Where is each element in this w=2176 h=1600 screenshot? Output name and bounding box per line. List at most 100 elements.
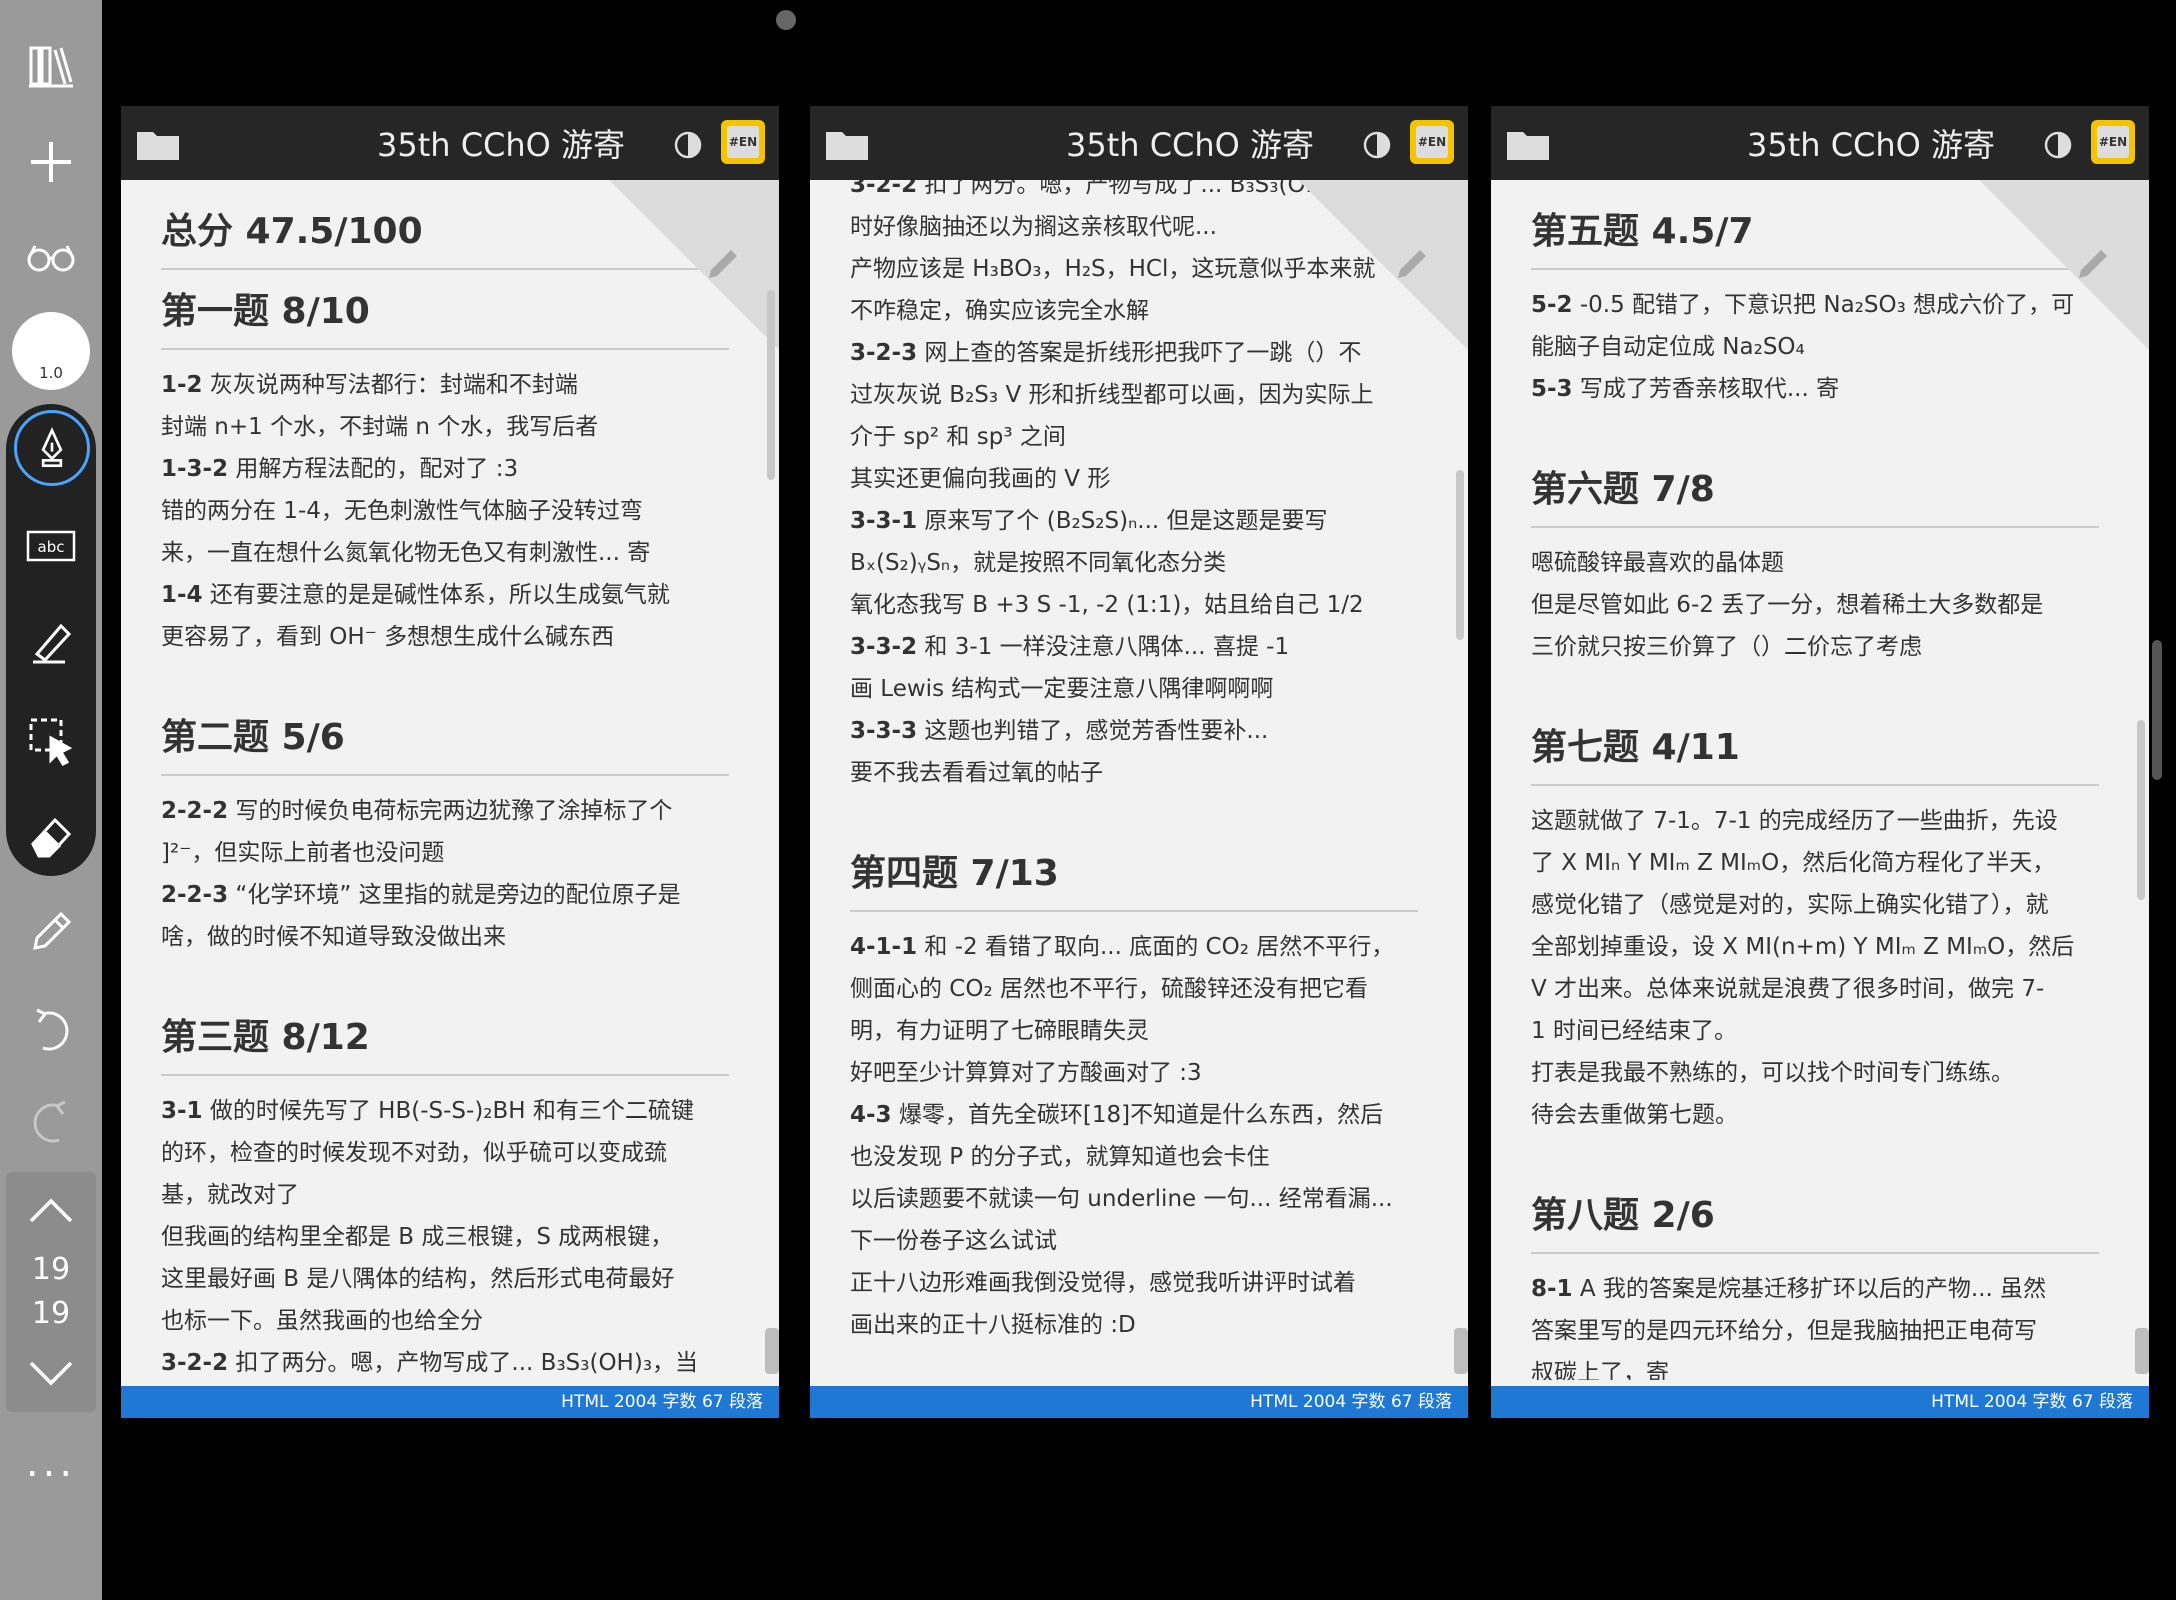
undo-icon — [36, 1008, 69, 1051]
translate-icon[interactable]: #EN — [721, 120, 765, 164]
folder-icon[interactable] — [137, 128, 179, 160]
line-text: 三价就只按三价算了（）二价忘了考虑 — [1531, 634, 1922, 660]
folder-icon[interactable] — [1507, 128, 1549, 160]
edit-pencil-icon[interactable] — [1392, 244, 1432, 284]
next-page-button[interactable] — [6, 1338, 96, 1408]
edit-pencil-icon[interactable] — [703, 244, 743, 284]
line-text: 正十八边形难画我倒没觉得，感觉我听讲评时试着 — [850, 1270, 1356, 1296]
panel-title: 35th CChO 游寄 — [1746, 126, 1996, 164]
text-box-icon: abc — [26, 530, 76, 562]
line-text: 时好像脑抽还以为搁这亲核取代呢... — [850, 214, 1217, 240]
line-text: 基，就改对了 — [161, 1182, 299, 1208]
add-button[interactable] — [6, 122, 96, 202]
scrollbar[interactable] — [1456, 470, 1464, 640]
note-line: 4-1-1 和 -2 看错了取向... 底面的 CO₂ 居然不平行， — [850, 926, 1418, 968]
window-edge-handle[interactable] — [2152, 640, 2162, 780]
section-heading: 第二题 5/6 — [161, 714, 729, 776]
line-text: 原来写了个 (B₂S₂S)ₙ... 但是这题是要写 — [917, 508, 1328, 534]
redo-icon — [33, 1100, 66, 1143]
chevron-up-icon — [29, 1198, 73, 1223]
note-line: 但我画的结构里全都是 B 成三根键，S 成两根键， — [161, 1216, 729, 1258]
line-text: 灰灰说两种写法都行：封端和不封端 — [202, 372, 578, 398]
line-text: 介于 sp² 和 sp³ 之间 — [850, 424, 1066, 450]
note-panel[interactable]: 35th CChO 游寄 #EN 3-2-2 扣了两分。嗯，产物写成了... B₃S… — [810, 106, 1468, 1418]
resize-handle[interactable] — [2135, 1328, 2149, 1374]
note-line: 正十八边形难画我倒没觉得，感觉我听讲评时试着 — [850, 1262, 1418, 1304]
note-line: 以后读题要不就读一句 underline 一句... 经常看漏... — [850, 1178, 1418, 1220]
note-line: 打表是我最不熟练的，可以找个时间专门练练。 — [1531, 1052, 2099, 1094]
note-panel[interactable]: 35th CChO 游寄 #EN 第五题 4.5/7 5-2 -0.5 配错了，下意识… — [1491, 106, 2149, 1418]
current-page: 19 — [31, 1252, 71, 1287]
line-text: 和 -2 看错了取向... 底面的 CO₂ 居然不平行， — [917, 934, 1395, 960]
note-line: 这题就做了 7-1。7-1 的完成经历了一些曲折，先设 — [1531, 800, 2099, 842]
note-body[interactable]: 第五题 4.5/7 5-2 -0.5 配错了，下意识把 Na₂SO₃ 想成六价了，… — [1491, 180, 2149, 1380]
translate-icon[interactable]: #EN — [1410, 120, 1454, 164]
previous-page-button[interactable] — [6, 1176, 96, 1246]
folder-icon[interactable] — [826, 128, 868, 160]
page-corner-fold — [1298, 180, 1468, 350]
line-text: 的环，检查的时候发现不对劲，似乎硫可以变成巯 — [161, 1140, 667, 1166]
resize-handle[interactable] — [1454, 1328, 1468, 1374]
line-text: 封端 n+1 个水，不封端 n 个水，我写后者 — [161, 414, 599, 440]
note-content: 3-2-2 扣了两分。嗯，产物写成了... B₃S₃(OH)₃，当 时好像脑抽还以… — [850, 180, 1418, 1380]
line-text: 也没发现 P 的分子式，就算知道也会卡住 — [850, 1144, 1270, 1170]
note-body[interactable]: 3-2-2 扣了两分。嗯，产物写成了... B₃S₃(OH)₃，当 时好像脑抽还以… — [810, 180, 1468, 1380]
line-text: 其实还更偏向我画的 V 形 — [850, 466, 1111, 492]
scrollbar[interactable] — [2137, 720, 2145, 900]
question-number: 5-2 — [1531, 292, 1573, 318]
plus-icon — [31, 142, 71, 182]
resize-handle[interactable] — [765, 1328, 779, 1374]
contrast-icon[interactable] — [2043, 130, 2073, 160]
translate-icon[interactable]: #EN — [2091, 120, 2135, 164]
panel-header: 35th CChO 游寄 #EN — [121, 106, 779, 180]
note-line: 明，有力证明了七碲眼睛失灵 — [850, 1010, 1418, 1052]
contrast-icon[interactable] — [673, 130, 703, 160]
line-text: 写成了芳香亲核取代... 寄 — [1572, 376, 1840, 402]
undo-button[interactable] — [6, 990, 96, 1070]
line-text: 也标一下。虽然我画的也给全分 — [161, 1308, 483, 1334]
line-text: 爆零，首先全碳环[18]不知道是什么东西，然后 — [891, 1102, 1384, 1128]
contrast-icon[interactable] — [1362, 130, 1392, 160]
line-text: 叔碳上了，寄 — [1531, 1360, 1669, 1380]
pen-size-indicator[interactable]: 1.0 — [12, 312, 90, 390]
question-number: 1-4 — [161, 582, 203, 608]
note-line: 氧化态我写 B +3 S -1, -2 (1:1)，姑且给自己 1/2 — [850, 584, 1418, 626]
note-line: 3-3-1 原来写了个 (B₂S₂S)ₙ... 但是这题是要写 — [850, 500, 1418, 542]
lasso-select-tool[interactable] — [6, 700, 96, 780]
page-corner-fold — [609, 180, 779, 350]
note-line: 这里最好画 B 是八隅体的结构，然后形式电荷最好 — [161, 1258, 729, 1300]
note-content: 总分 47.5/100 第一题 8/10 1-2 灰灰说两种写法都行：封端和不封端封… — [161, 190, 729, 1380]
camera-indicator — [776, 10, 796, 30]
line-text: Bₓ(S₂)ᵧSₙ，就是按照不同氧化态分类 — [850, 550, 1227, 576]
line-text: 这题就做了 7-1。7-1 的完成经历了一些曲折，先设 — [1531, 808, 2058, 834]
highlighter-tool[interactable] — [6, 602, 96, 682]
pencil-icon — [33, 911, 72, 950]
read-mode-button[interactable] — [6, 216, 96, 296]
line-text: 做的时候先写了 HB(-S-S-)₂BH 和有三个二硫键 — [202, 1098, 694, 1124]
question-number: 4-1-1 — [850, 934, 918, 960]
note-line: 嗯硫酸锌最喜欢的晶体题 — [1531, 542, 2099, 584]
line-text: 还有要注意的是是碱性体系，所以生成氨气就 — [202, 582, 670, 608]
edit-pencil-icon[interactable] — [2073, 244, 2113, 284]
line-text: 过灰灰说 B₂S₃ V 形和折线型都可以画，因为实际上 — [850, 382, 1374, 408]
redo-button[interactable] — [6, 1082, 96, 1162]
note-line: 过灰灰说 B₂S₃ V 形和折线型都可以画，因为实际上 — [850, 374, 1418, 416]
more-menu-button[interactable]: ... — [0, 1440, 102, 1486]
line-text: 写的时候负电荷标完两边犹豫了涂掉标了个 — [228, 798, 673, 824]
line-text: 待会去重做第七题。 — [1531, 1102, 1738, 1128]
line-text: 这里最好画 B 是八隅体的结构，然后形式电荷最好 — [161, 1266, 675, 1292]
pencil-tool[interactable] — [6, 892, 96, 972]
panel-title: 35th CChO 游寄 — [376, 126, 626, 164]
line-text: 更容易了，看到 OH⁻ 多想想生成什么碱东西 — [161, 624, 615, 650]
note-panel[interactable]: 35th CChO 游寄 #EN 总分 47.5/100 第一题 8/10 1-2 灰灰… — [121, 106, 779, 1418]
panel-header: 35th CChO 游寄 #EN — [810, 106, 1468, 180]
line-text: 网上查的答案是折线形把我吓了一跳（）不 — [917, 340, 1362, 366]
fountain-pen-tool[interactable] — [14, 410, 90, 486]
line-text: V 才出来。总体来说就是浪费了很多时间，做完 7- — [1531, 976, 2045, 1002]
note-body[interactable]: 总分 47.5/100 第一题 8/10 1-2 灰灰说两种写法都行：封端和不封端封… — [121, 180, 779, 1380]
library-button[interactable] — [6, 26, 96, 106]
scrollbar[interactable] — [767, 290, 775, 480]
text-tool[interactable]: abc — [6, 506, 96, 586]
eraser-tool[interactable] — [6, 796, 96, 876]
line-text: 这题也判错了，感觉芳香性要补... — [917, 718, 1269, 744]
